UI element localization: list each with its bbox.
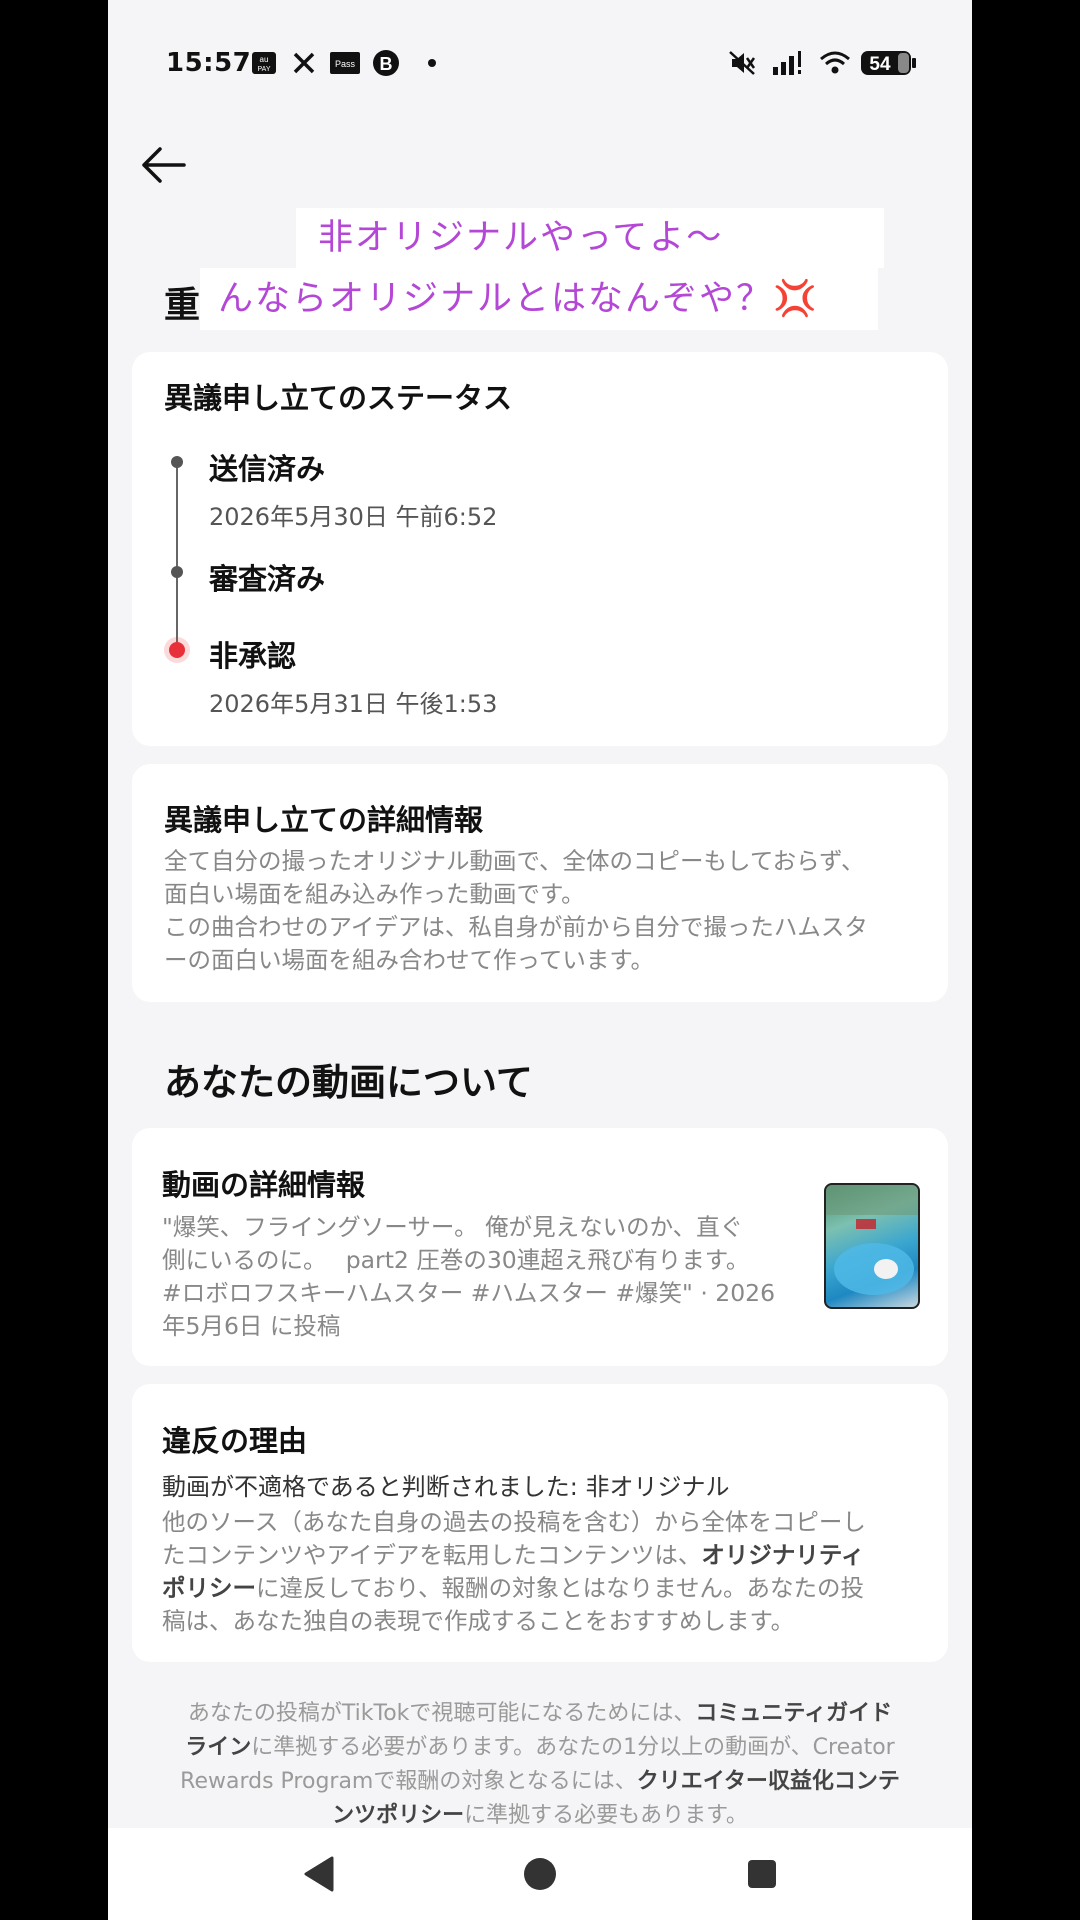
monetization-policy-link-cont[interactable]: ンツポリシー bbox=[332, 1803, 464, 1828]
step-reviewed-label: 審査済み bbox=[209, 562, 326, 596]
step-rejected-time: 2026年5月31日 午後1:53 bbox=[209, 690, 498, 718]
step-rejected-label: 非承認 bbox=[209, 639, 297, 673]
aupay-icon: au PAY bbox=[251, 50, 277, 76]
dot-icon bbox=[426, 50, 438, 76]
nav-home-icon[interactable] bbox=[522, 1856, 558, 1892]
appeal-status-title: 異議申し立てのステータス bbox=[164, 381, 513, 415]
footer-notice: あなたの投稿がTikTokで視聴可能になるためには、コミュニティガイド ラインに… bbox=[180, 1701, 900, 1828]
pass-icon: Pass bbox=[330, 50, 360, 76]
battery-level: 54 bbox=[869, 54, 891, 75]
status-bar: 15:57 au PAY Pass B 54 bbox=[108, 0, 972, 120]
monetization-policy-link[interactable]: クリエイター収益化コンテ bbox=[637, 1769, 900, 1794]
originality-policy-link[interactable]: オリジナリティ bbox=[701, 1541, 864, 1569]
appeal-details-title: 異議申し立ての詳細情報 bbox=[164, 803, 484, 837]
nav-recents-icon[interactable] bbox=[746, 1858, 778, 1890]
svg-text:B: B bbox=[380, 54, 393, 74]
section-title-your-video: あなたの動画について bbox=[164, 1061, 533, 1104]
community-guidelines-link-cont[interactable]: ライン bbox=[185, 1735, 251, 1760]
nav-back-icon[interactable] bbox=[300, 1854, 336, 1894]
violation-text: 他のソース（あなた自身の過去の投稿を含む）から全体をコピーし たコンテンツやアイ… bbox=[162, 1508, 866, 1635]
step-sent-label: 送信済み bbox=[209, 452, 326, 486]
arrow-left-icon bbox=[142, 147, 186, 183]
timeline-dot-reviewed bbox=[171, 566, 183, 578]
svg-text:Pass: Pass bbox=[335, 59, 356, 69]
battery-icon: 54 bbox=[860, 50, 918, 76]
mute-icon bbox=[728, 50, 756, 76]
x-icon bbox=[291, 50, 317, 76]
violation-title: 違反の理由 bbox=[162, 1424, 308, 1458]
timeline-line bbox=[176, 460, 178, 650]
step-sent-time: 2026年5月30日 午前6:52 bbox=[209, 503, 498, 531]
video-thumbnail[interactable] bbox=[824, 1183, 920, 1309]
svg-text:PAY: PAY bbox=[258, 66, 271, 73]
system-nav-bar bbox=[108, 1828, 972, 1920]
page-title: 重 bbox=[164, 285, 201, 326]
video-details-title: 動画の詳細情報 bbox=[162, 1168, 366, 1202]
violation-subtitle: 動画が不適格であると判断されました: 非オリジナル bbox=[162, 1473, 730, 1501]
screen: 15:57 au PAY Pass B 54 重 非オリジナルやってよ〜 んなら… bbox=[108, 0, 972, 1920]
status-time: 15:57 bbox=[166, 48, 252, 78]
svg-text:au: au bbox=[260, 55, 269, 64]
video-description: "爆笑、フライングソーサー。 俺が見えないのか、直ぐ 側にいるのに。 part2… bbox=[162, 1213, 776, 1340]
appeal-details-text: 全て自分の撮ったオリジナル動画で、全体のコピーもしておらず、 面白い場面を組み込… bbox=[164, 847, 868, 974]
originality-policy-link-cont[interactable]: ポリシー bbox=[162, 1574, 256, 1602]
timeline-dot-rejected bbox=[169, 642, 185, 658]
b-icon: B bbox=[372, 50, 400, 76]
back-button[interactable] bbox=[140, 145, 186, 185]
caption-line-2: んならオリジナルとはなんぞや？💢 bbox=[200, 268, 878, 330]
signal-icon bbox=[772, 50, 806, 76]
wifi-icon bbox=[819, 50, 851, 76]
caption-line-1: 非オリジナルやってよ〜 bbox=[296, 208, 884, 268]
timeline-dot-sent bbox=[171, 456, 183, 468]
community-guidelines-link[interactable]: コミュニティガイド bbox=[695, 1701, 892, 1726]
